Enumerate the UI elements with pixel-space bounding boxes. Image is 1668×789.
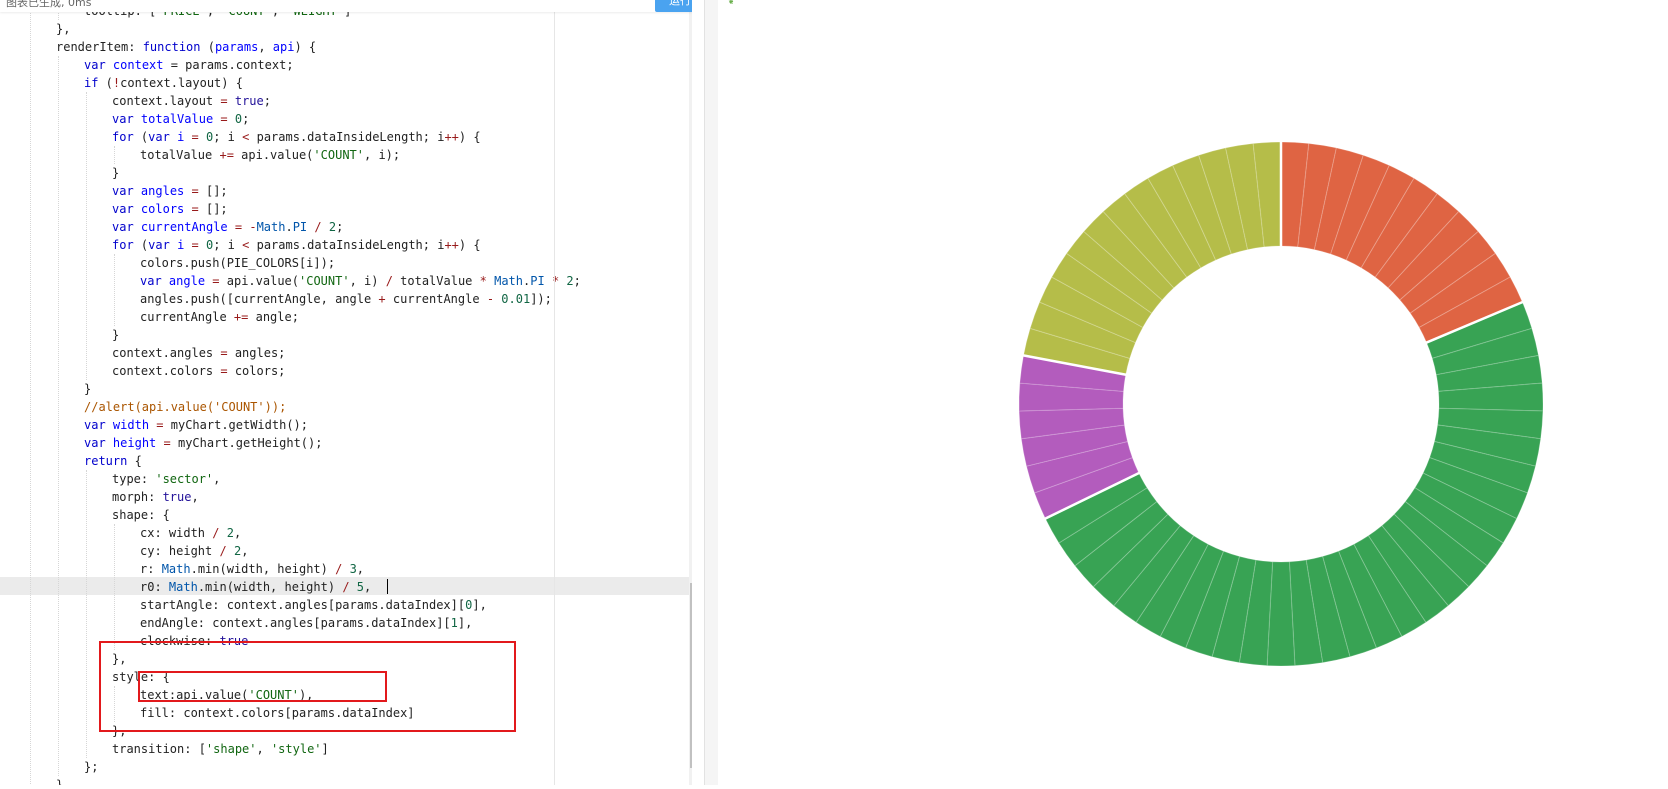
code-line[interactable]: } (0, 326, 119, 344)
code-line[interactable]: transition: ['shape', 'style'] (0, 740, 329, 758)
code-line[interactable]: context.colors = colors; (0, 362, 285, 380)
text-cursor (387, 579, 388, 594)
code-line[interactable]: renderItem: function (params, api) { (0, 38, 316, 56)
code-line[interactable]: }, (0, 20, 70, 38)
indent-guide (114, 146, 115, 164)
code-line[interactable]: colors.push(PIE_COLORS[i]); (0, 254, 335, 272)
indent-guide (30, 2, 31, 785)
code-line[interactable]: var totalValue = 0; (0, 110, 249, 128)
code-line[interactable]: angles.push([currentAngle, angle + curre… (0, 290, 552, 308)
code-line[interactable]: //alert(api.value('COUNT')); (0, 398, 286, 416)
code-line[interactable]: currentAngle += angle; (0, 308, 299, 326)
code-line[interactable]: return { (0, 452, 142, 470)
code-line[interactable]: var angle = api.value('COUNT', i) / tota… (0, 272, 581, 290)
indent-guide (114, 524, 115, 650)
leaf-icon: ❦ (728, 0, 735, 7)
scrollbar-thumb[interactable] (690, 583, 692, 768)
code-line[interactable]: var height = myChart.getHeight(); (0, 434, 322, 452)
code-line[interactable]: }; (0, 758, 98, 776)
code-line[interactable]: if (!context.layout) { (0, 74, 243, 92)
code-line[interactable]: startAngle: context.angles[params.dataIn… (0, 596, 487, 614)
run-button[interactable]: 运行 (655, 0, 692, 12)
editor-toolbar: 图表已生成, 0ms 运行 (0, 0, 692, 12)
indent-guide (86, 92, 87, 380)
code-line[interactable]: for (var i = 0; i < params.dataInsideLen… (0, 128, 481, 146)
code-line[interactable]: } (0, 380, 91, 398)
code-line[interactable]: endAngle: context.angles[params.dataInde… (0, 614, 472, 632)
code-line[interactable]: totalValue += api.value('COUNT', i); (0, 146, 400, 164)
code-line[interactable]: } (0, 776, 63, 785)
indent-guide (58, 56, 59, 776)
code-line[interactable]: cx: width / 2, (0, 524, 241, 542)
annotation-box-text (138, 671, 387, 702)
code-line[interactable]: context.layout = true; (0, 92, 271, 110)
code-line[interactable]: var angles = []; (0, 182, 228, 200)
code-line[interactable]: var width = myChart.getWidth(); (0, 416, 308, 434)
code-line[interactable]: type: 'sector', (0, 470, 220, 488)
code-line[interactable]: r: Math.min(width, height) / 3, (0, 560, 364, 578)
code-line[interactable]: } (0, 164, 119, 182)
print-margin-ruler (554, 12, 555, 785)
donut-chart (1018, 141, 1544, 667)
indent-guide (114, 254, 115, 326)
code-line[interactable]: cy: height / 2, (0, 542, 248, 560)
code-line[interactable]: var colors = []; (0, 200, 228, 218)
indent-guide (86, 470, 87, 758)
pane-divider[interactable] (704, 0, 719, 785)
code-line[interactable]: var context = params.context; (0, 56, 294, 74)
code-line[interactable]: r0: Math.min(width, height) / 5, (0, 578, 371, 596)
chart-panel (718, 0, 1668, 785)
status-text: 图表已生成, 0ms (6, 0, 92, 9)
code-line[interactable]: for (var i = 0; i < params.dataInsideLen… (0, 236, 481, 254)
code-line[interactable]: shape: { (0, 506, 170, 524)
code-line[interactable]: context.angles = angles; (0, 344, 285, 362)
code-editor[interactable]: tooltip: ['PRICE', 'COUNT', 'WEIGHT']},r… (0, 0, 692, 785)
code-line[interactable]: var currentAngle = -Math.PI / 2; (0, 218, 343, 236)
